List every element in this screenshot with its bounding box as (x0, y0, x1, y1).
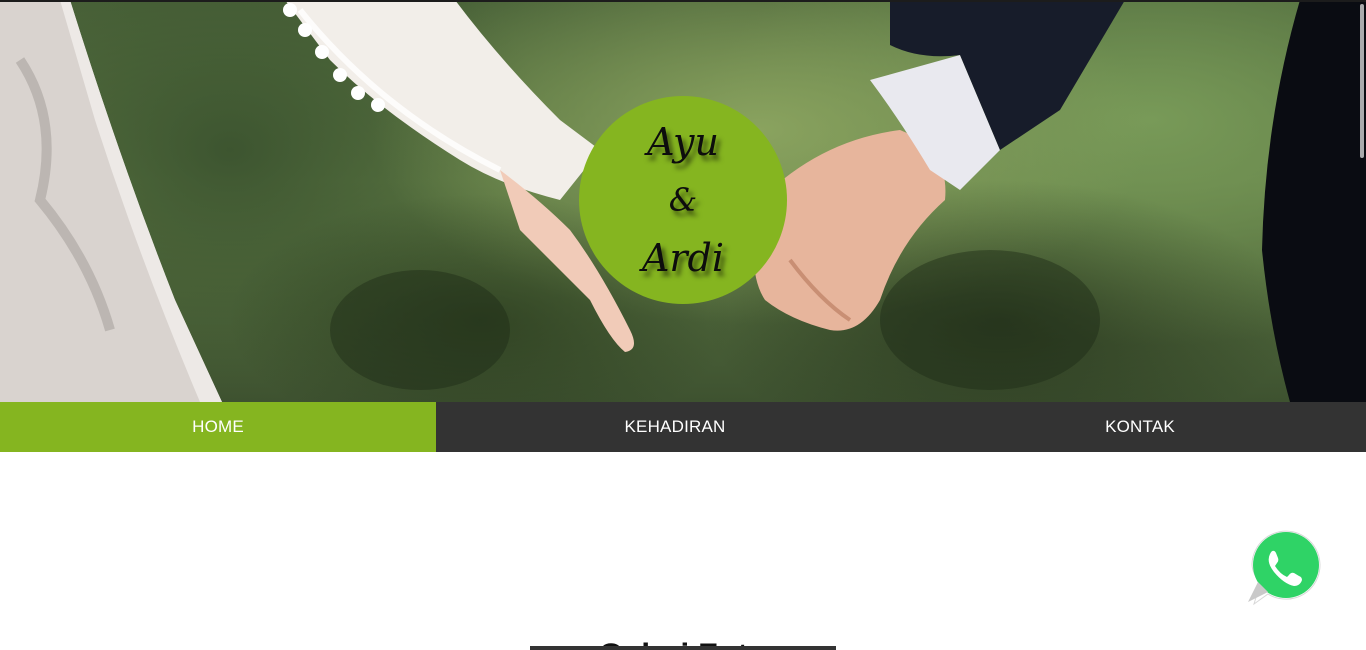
ampersand: & (668, 181, 698, 219)
gallery-heading-bar (530, 646, 836, 650)
couple-names-circle: Ayu & Ardi (579, 96, 787, 304)
hero-banner: Ayu & Ardi (0, 0, 1366, 402)
whatsapp-button[interactable] (1244, 524, 1328, 608)
bride-name: Ayu (647, 120, 719, 164)
whatsapp-icon (1248, 529, 1325, 606)
nav-item-kehadiran[interactable]: KEHADIRAN (436, 402, 914, 452)
gallery-heading: Galeri Foto (530, 633, 836, 650)
nav-item-kontak[interactable]: KONTAK (914, 402, 1366, 452)
groom-name: Ardi (641, 236, 725, 280)
nav-item-home[interactable]: HOME (0, 402, 436, 452)
scrollbar-thumb[interactable] (1360, 4, 1364, 158)
top-border (0, 0, 1366, 2)
main-navigation: HOME KEHADIRAN KONTAK (0, 402, 1366, 452)
